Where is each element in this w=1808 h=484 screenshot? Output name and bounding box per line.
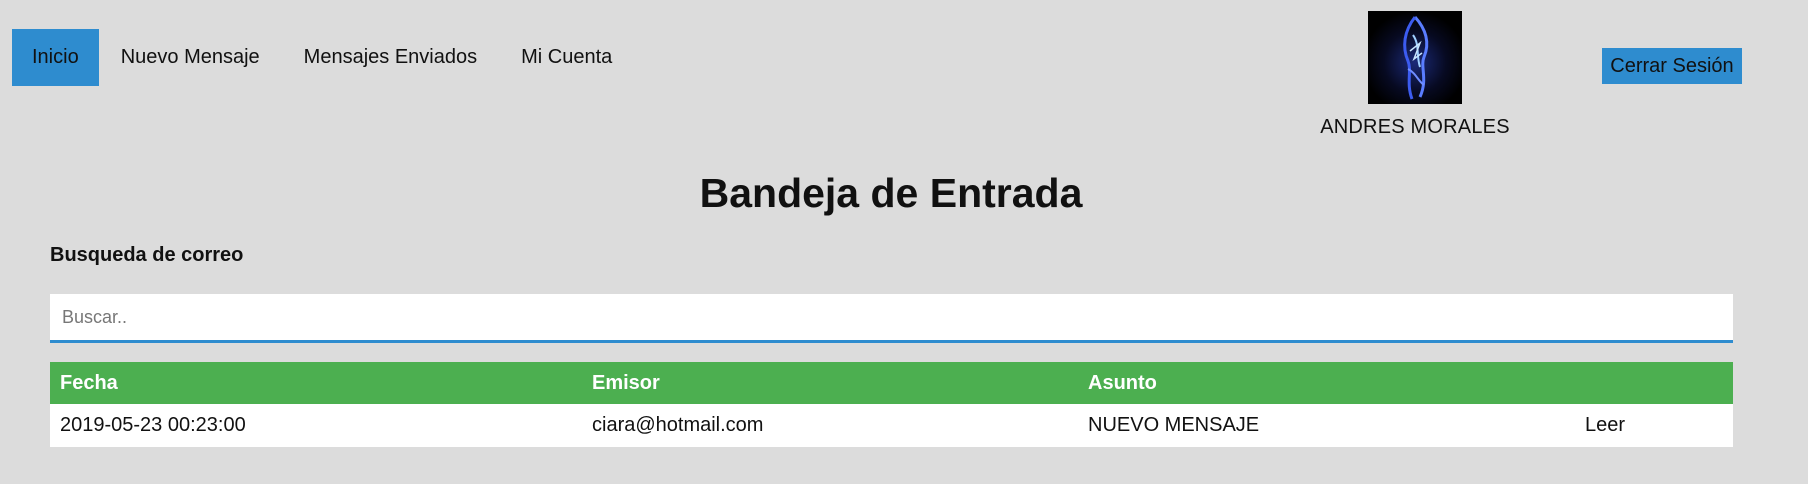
read-link[interactable]: Leer bbox=[1585, 414, 1625, 436]
avatar bbox=[1368, 11, 1462, 104]
inbox-table: Fecha Emisor Asunto 2019-05-23 00:23:00 … bbox=[50, 362, 1733, 447]
table-row: 2019-05-23 00:23:00 ciara@hotmail.com NU… bbox=[50, 404, 1733, 447]
cell-asunto: NUEVO MENSAJE bbox=[1078, 404, 1575, 447]
search-input[interactable] bbox=[50, 294, 1733, 343]
header-fecha: Fecha bbox=[50, 362, 582, 404]
main-nav: Inicio Nuevo Mensaje Mensajes Enviados M… bbox=[12, 29, 634, 86]
user-profile: ANDRES MORALES bbox=[1300, 11, 1530, 139]
nav-item-inicio[interactable]: Inicio bbox=[12, 29, 99, 86]
user-name: ANDRES MORALES bbox=[1320, 116, 1510, 138]
nav-item-mi-cuenta[interactable]: Mi Cuenta bbox=[499, 29, 634, 86]
search-label: Busqueda de correo bbox=[50, 244, 244, 266]
cell-fecha: 2019-05-23 00:23:00 bbox=[50, 404, 582, 447]
logout-button[interactable]: Cerrar Sesión bbox=[1602, 48, 1742, 84]
header-asunto: Asunto bbox=[1078, 362, 1575, 404]
cell-emisor: ciara@hotmail.com bbox=[582, 404, 1078, 447]
header-emisor: Emisor bbox=[582, 362, 1078, 404]
header-action bbox=[1575, 362, 1733, 404]
page-title: Bandeja de Entrada bbox=[699, 170, 1083, 216]
nav-item-nuevo-mensaje[interactable]: Nuevo Mensaje bbox=[99, 29, 282, 86]
table-header-row: Fecha Emisor Asunto bbox=[50, 362, 1733, 404]
nav-item-mensajes-enviados[interactable]: Mensajes Enviados bbox=[282, 29, 499, 86]
cell-action: Leer bbox=[1575, 404, 1733, 447]
